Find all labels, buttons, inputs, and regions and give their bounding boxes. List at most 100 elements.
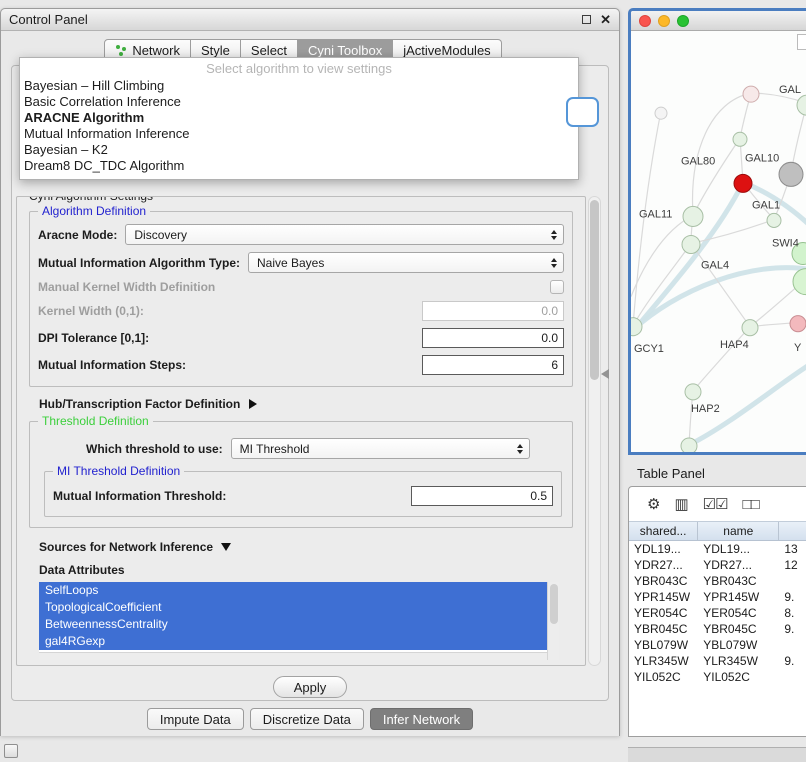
minimize-button[interactable] — [658, 15, 670, 27]
network-node-gal1[interactable] — [767, 213, 781, 227]
table-cell: YDR27... — [698, 558, 779, 572]
bottom-tab-impute-data[interactable]: Impute Data — [147, 708, 244, 730]
table-cell: YBL079W — [698, 638, 779, 652]
focused-button-fragment[interactable] — [566, 97, 599, 127]
control-panel-titlebar: Control Panel ✕ — [1, 9, 619, 31]
mi-type-select[interactable]: Naive Bayes — [248, 252, 564, 273]
network-node-hap2[interactable] — [685, 384, 701, 400]
algorithm-dropdown-popup: Select algorithm to view settings Bayesi… — [19, 57, 579, 180]
which-threshold-select[interactable]: MI Threshold — [231, 438, 530, 459]
list-horizontal-scrollbar[interactable] — [39, 652, 547, 660]
network-node[interactable] — [681, 438, 697, 452]
table-row[interactable]: YLR345WYLR345W9. — [629, 653, 806, 669]
table-cell: 9. — [779, 590, 806, 604]
float-window-icon[interactable] — [582, 15, 591, 24]
table-cell: 8. — [779, 606, 806, 620]
combo-stepper-icon — [551, 258, 557, 268]
network-view-window: GALGAL80GAL10GAL11GAL1SWI4GAL4GCY1HAP4YH… — [628, 8, 806, 455]
aracne-mode-select[interactable]: Discovery — [125, 224, 564, 245]
kernel-width-row: Kernel Width (0,1): 0.0 — [38, 301, 564, 321]
select-all-icon[interactable]: ☑☑ — [703, 497, 728, 512]
tab-label: jActiveModules — [403, 43, 490, 58]
network-node-gal10[interactable] — [734, 174, 752, 192]
aracne-mode-row: Aracne Mode: Discovery — [38, 224, 564, 245]
network-node-gal4[interactable] — [682, 235, 700, 253]
column-header-item[interactable] — [779, 522, 806, 540]
algorithm-option-basic-correlation-inference[interactable]: Basic Correlation Inference — [20, 94, 578, 110]
attribute-item-betweennesscentrality[interactable]: BetweennessCentrality — [39, 616, 547, 633]
close-icon[interactable]: ✕ — [600, 13, 611, 26]
algorithm-option-bayesian-k2[interactable]: Bayesian – K2 — [20, 142, 578, 158]
table-row[interactable]: YDL19...YDL19...13 — [629, 541, 806, 557]
kernel-width-label: Kernel Width (0,1): — [38, 304, 144, 318]
sources-label: Sources for Network Inference — [39, 540, 213, 554]
gear-icon[interactable]: ⚙ — [647, 497, 659, 512]
network-tab-icon — [115, 44, 127, 56]
network-graph[interactable]: GALGAL80GAL10GAL11GAL1SWI4GAL4GCY1HAP4YH… — [631, 31, 806, 452]
attribute-item-selfloops[interactable]: SelfLoops — [39, 582, 547, 599]
network-node-gal11[interactable] — [683, 206, 703, 226]
mi-steps-label: Mutual Information Steps: — [38, 358, 186, 372]
algorithm-definition-group: Algorithm Definition Aracne Mode: Discov… — [29, 211, 573, 387]
network-node-hap4[interactable] — [742, 320, 758, 336]
close-button[interactable] — [639, 15, 651, 27]
algorithm-option-bayesian-hill-climbing[interactable]: Bayesian – Hill Climbing — [20, 78, 578, 94]
table-row[interactable]: YBL079WYBL079W — [629, 637, 806, 653]
table-row[interactable]: YBR045CYBR045C9. — [629, 621, 806, 637]
table-cell: YPR145W — [698, 590, 779, 604]
network-node-gal80[interactable] — [733, 132, 747, 146]
algorithm-option-aracne-algorithm[interactable]: ARACNE Algorithm — [20, 110, 578, 126]
network-canvas[interactable]: GALGAL80GAL10GAL11GAL1SWI4GAL4GCY1HAP4YH… — [631, 31, 806, 452]
table-toolbar: ⚙ ▥ ☑☑ □□ — [629, 487, 806, 521]
manual-kernel-checkbox[interactable] — [550, 280, 564, 294]
panel-collapse-arrow-icon[interactable] — [601, 369, 609, 379]
mi-steps-field[interactable]: 6 — [422, 355, 564, 375]
settings-scrollbar[interactable] — [588, 196, 601, 666]
bottom-tab-infer-network[interactable]: Infer Network — [370, 708, 473, 730]
column-header-shared[interactable]: shared... — [629, 522, 698, 540]
list-vertical-scrollbar[interactable] — [547, 582, 559, 660]
table-row[interactable]: YPR145WYPR145W9. — [629, 589, 806, 605]
network-node[interactable] — [793, 269, 806, 295]
table-cell: 9. — [779, 654, 806, 668]
algorithm-option-dream8-dc-tdc-algorithm[interactable]: Dream8 DC_TDC Algorithm — [20, 158, 578, 174]
mi-steps-row: Mutual Information Steps: 6 — [38, 355, 564, 375]
node-label-hap4: HAP4 — [720, 339, 749, 351]
data-attributes-list[interactable]: SelfLoopsTopologicalCoefficientBetweenne… — [39, 582, 559, 660]
algorithm-popup-list: Bayesian – Hill ClimbingBasic Correlatio… — [20, 78, 578, 174]
mi-threshold-field[interactable]: 0.5 — [411, 486, 553, 506]
network-node[interactable] — [743, 86, 759, 102]
network-node[interactable] — [779, 162, 803, 186]
table-row[interactable]: YBR043CYBR043C — [629, 573, 806, 589]
deselect-all-icon[interactable]: □□ — [743, 497, 759, 512]
table-cell: YER054C — [698, 606, 779, 620]
node-label-gal1: GAL1 — [752, 199, 780, 211]
network-node-y[interactable] — [790, 316, 806, 332]
network-node[interactable] — [655, 107, 667, 119]
manual-kernel-row: Manual Kernel Width Definition — [38, 280, 564, 294]
kernel-width-field[interactable]: 0.0 — [422, 301, 564, 321]
columns-icon[interactable]: ▥ — [674, 497, 687, 512]
mi-type-row: Mutual Information Algorithm Type: Naive… — [38, 252, 564, 273]
table-cell: 12 — [779, 558, 806, 572]
table-panel-title: Table Panel — [637, 466, 705, 481]
bottom-tab-discretize-data[interactable]: Discretize Data — [250, 708, 364, 730]
dpi-tolerance-field[interactable]: 0.0 — [422, 328, 564, 348]
attribute-item-topologicalcoefficient[interactable]: TopologicalCoefficient — [39, 599, 547, 616]
hub-definition-toggle[interactable]: Hub/Transcription Factor Definition — [39, 397, 585, 411]
network-node-gal[interactable] — [797, 95, 806, 115]
table-row[interactable]: YIL052CYIL052C — [629, 669, 806, 685]
table-row[interactable]: YER054CYER054C8. — [629, 605, 806, 621]
window-title: Control Panel — [9, 12, 582, 27]
table-body: YDL19...YDL19...13YDR27...YDR27...12YBR0… — [629, 541, 806, 685]
zoom-button[interactable] — [677, 15, 689, 27]
panel-toggle-icon[interactable] — [4, 744, 18, 758]
attribute-item-gal4rgexp[interactable]: gal4RGexp — [39, 633, 547, 650]
mi-threshold-label: Mutual Information Threshold: — [53, 489, 226, 503]
table-row[interactable]: YDR27...YDR27...12 — [629, 557, 806, 573]
algorithm-option-mutual-information-inference[interactable]: Mutual Information Inference — [20, 126, 578, 142]
sources-toggle[interactable]: Sources for Network Inference — [39, 540, 585, 554]
apply-button[interactable]: Apply — [273, 676, 347, 698]
combo-stepper-icon — [517, 444, 523, 454]
column-header-name[interactable]: name — [698, 522, 779, 540]
